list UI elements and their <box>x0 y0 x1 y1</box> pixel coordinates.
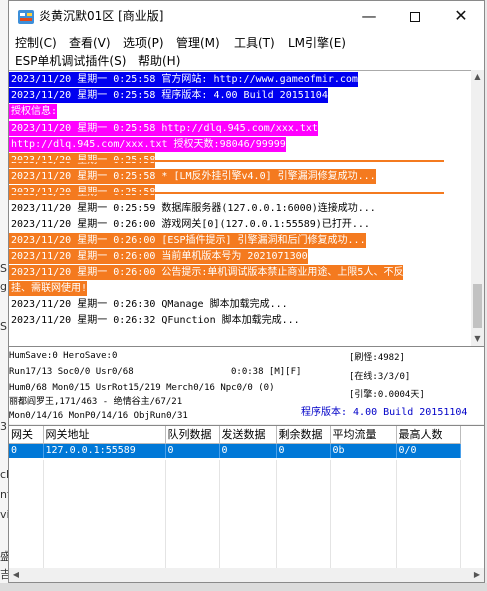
stat-mon: Mon0/14/16 MonP0/14/16 ObjRun0/31 <box>9 411 188 421</box>
menu-view[interactable]: 查看(V) <box>69 34 111 52</box>
menu-control[interactable]: 控制(C) <box>15 34 57 52</box>
log-line: 挂、需联网使用! <box>9 281 88 296</box>
col-header-address[interactable]: 网关地址 <box>43 426 166 444</box>
log-line: 2023/11/20 星期一 0:26:00 [ESP插件提示] 引擎漏洞和后门… <box>9 233 366 248</box>
column-divider <box>165 460 166 568</box>
background-taskbar-edge <box>0 583 487 591</box>
column-divider <box>460 460 461 568</box>
bg-glyph: 盛 <box>0 550 8 563</box>
stats-panel: HumSave:0 HeroSave:0 Run17/13 Soc0/0 Usr… <box>9 346 484 424</box>
stat-save: HumSave:0 HeroSave:0 <box>9 351 118 361</box>
app-icon <box>18 10 34 24</box>
log-line: 授权信息: <box>9 104 58 119</box>
stat-hum: Hum0/68 Mon0/15 UsrRot15/219 Merch0/16 N… <box>9 383 275 393</box>
table-horizontal-scrollbar[interactable]: ◀ ▶ <box>9 568 484 581</box>
server-window: 炎黄沉默01区 [商业版] — ✕ 控制(C) 查看(V) 选项(P) 管理(M… <box>8 0 485 583</box>
scroll-right-arrow-icon[interactable]: ▶ <box>470 568 484 581</box>
table-header-row: 网关 网关地址 队列数据 发送数据 剩余数据 平均流量 最高人数 <box>9 426 461 444</box>
log-line: 2023/11/20 星期一 0:26:00 公告提示:单机调试版本禁止商业用途… <box>9 265 404 280</box>
log-line: http://dlq.945.com/xxx.txt 授权天数:98046/99… <box>9 137 286 152</box>
cell-queue: 0 <box>165 443 220 458</box>
stat-timer: 0:0:38 [M][F] <box>231 367 302 377</box>
bg-glyph: vil <box>0 508 8 521</box>
column-divider <box>43 460 44 568</box>
cell-remaining: 0 <box>276 443 331 458</box>
menu-lm-engine[interactable]: LM引擎(E) <box>288 34 346 52</box>
cell-max-users: 0/0 <box>396 443 461 458</box>
stat-refresh: [刷怪:4982] <box>349 353 405 363</box>
menu-bar: 控制(C) 查看(V) 选项(P) 管理(M) 工具(T) LM引擎(E) ES… <box>9 32 484 70</box>
maximize-icon <box>410 11 420 22</box>
log-scrollbar[interactable]: ▲ ▼ <box>471 70 484 346</box>
column-divider <box>396 460 397 568</box>
bg-glyph: 吉 <box>0 568 8 581</box>
gateway-table[interactable]: 网关 网关地址 队列数据 发送数据 剩余数据 平均流量 最高人数 0 127.0… <box>9 425 484 581</box>
log-line: 2023/11/20 星期一 0:25:58 官方网站: http://www.… <box>9 72 358 87</box>
log-panel[interactable]: 2023/11/20 星期一 0:25:58 官方网站: http://www.… <box>9 70 471 346</box>
close-button[interactable]: ✕ <box>438 1 484 32</box>
log-line: 2023/11/20 星期一 0:26:32 QFunction 脚本加载完成.… <box>9 313 300 328</box>
log-line: 2023/11/20 星期一 0:25:58 * [LM反外挂引擎v4.0] 引… <box>9 169 376 184</box>
scroll-down-arrow-icon[interactable]: ▼ <box>471 332 484 346</box>
table-row[interactable]: 0 127.0.0.1:55589 0 0 0 0b 0/0 <box>9 443 461 458</box>
bg-glyph: ck <box>0 468 8 481</box>
log-line: 2023/11/20 星期一 0:26:00 当前单机版本号为 20210713… <box>9 249 308 264</box>
col-header-sent[interactable]: 发送数据 <box>219 426 277 444</box>
scrollbar-thumb[interactable] <box>473 284 482 328</box>
program-version: 程序版本: 4.00 Build 20151104 <box>301 407 468 418</box>
bg-glyph: S <box>0 262 7 275</box>
scroll-up-arrow-icon[interactable]: ▲ <box>471 70 484 84</box>
column-divider <box>330 460 331 568</box>
menu-options[interactable]: 选项(P) <box>123 34 164 52</box>
bg-glyph: nf <box>0 488 8 501</box>
col-header-remaining[interactable]: 剩余数据 <box>276 426 331 444</box>
col-header-max-users[interactable]: 最高人数 <box>396 426 461 444</box>
maximize-button[interactable] <box>392 1 438 32</box>
separator-bar <box>9 192 444 194</box>
column-divider <box>276 460 277 568</box>
window-title: 炎黄沉默01区 [商业版] <box>39 9 164 23</box>
log-line: 2023/11/20 星期一 0:25:58 http://dlq.945.co… <box>9 121 318 136</box>
separator-bar <box>9 160 444 162</box>
stat-online: [在线:3/3/0] <box>349 372 411 382</box>
title-bar[interactable]: 炎黄沉默01区 [商业版] — ✕ <box>9 1 484 32</box>
scroll-left-arrow-icon[interactable]: ◀ <box>9 568 23 581</box>
menu-help[interactable]: 帮助(H) <box>138 52 180 70</box>
log-line: 2023/11/20 星期一 0:25:58 程序版本: 4.00 Build … <box>9 88 328 103</box>
bg-glyph: S <box>0 320 7 333</box>
stat-run: Run17/13 Soc0/0 Usr0/68 <box>9 367 134 377</box>
bg-glyph: gi <box>0 280 8 293</box>
column-divider <box>219 460 220 568</box>
log-line: 2023/11/20 星期一 0:25:59 数据库服务器(127.0.0.1:… <box>9 201 376 216</box>
cell-avg-traffic: 0b <box>330 443 397 458</box>
log-line: 2023/11/20 星期一 0:26:00 游戏网关[0](127.0.0.1… <box>9 217 370 232</box>
stat-boss: 丽都阎罗王,171/463 - 绝情谷主/67/21 <box>9 397 183 407</box>
minimize-button[interactable]: — <box>346 1 392 32</box>
bg-glyph: 3 <box>0 420 7 433</box>
col-header-queue[interactable]: 队列数据 <box>165 426 220 444</box>
cell-address: 127.0.0.1:55589 <box>43 443 166 458</box>
background-window-edge: S gi S 3 ck nf vil 盛 吉 <box>0 0 8 591</box>
menu-tools[interactable]: 工具(T) <box>234 34 275 52</box>
log-line: 2023/11/20 星期一 0:26:30 QManage 脚本加载完成... <box>9 297 288 312</box>
col-header-gateway[interactable]: 网关 <box>9 426 44 444</box>
cell-gateway: 0 <box>9 443 44 458</box>
col-header-avg-traffic[interactable]: 平均流量 <box>330 426 397 444</box>
stat-engine: [引擎:0.0004天] <box>349 390 425 400</box>
menu-esp-plugin[interactable]: ESP单机调试插件(S) <box>15 52 126 70</box>
menu-manage[interactable]: 管理(M) <box>176 34 220 52</box>
cell-sent: 0 <box>219 443 277 458</box>
